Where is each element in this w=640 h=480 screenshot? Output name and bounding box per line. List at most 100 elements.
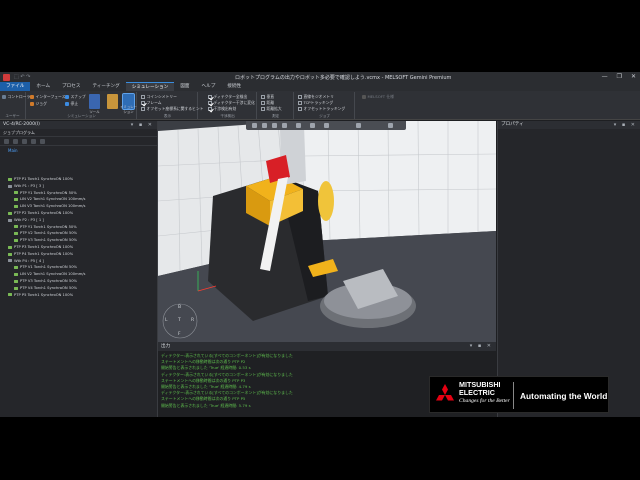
menu-file[interactable]: ファイル bbox=[0, 82, 31, 91]
three-diamonds-logo bbox=[436, 384, 454, 401]
measure-vertical-checkbox[interactable] bbox=[261, 95, 265, 99]
statement-row[interactable]: PTP P3 Torch1 SynchroON 100% bbox=[0, 244, 158, 251]
camera-icon[interactable] bbox=[310, 123, 315, 128]
paste-icon[interactable] bbox=[40, 138, 45, 144]
window-controls: — ❐ ✕ bbox=[602, 73, 636, 80]
statement-label: PTP V4 Torch1 SynchroON 50% bbox=[20, 285, 78, 290]
statement-row[interactable]: PTP V4 Torch1 SynchroON 50% bbox=[0, 285, 158, 292]
tcp-tracking-checkbox[interactable] bbox=[298, 101, 302, 105]
menu-simulation[interactable]: シミュレーション bbox=[125, 82, 175, 91]
nav-label-top[interactable]: T bbox=[177, 317, 181, 323]
statement-row[interactable]: Wtk P2 : P3 [ 1 ] bbox=[0, 217, 158, 224]
detector-change-checkbox[interactable] bbox=[208, 101, 212, 105]
interference-enable-toggle[interactable]: 干渉検出有効 bbox=[208, 106, 236, 112]
menu-bar: ファイル ホーム プロセス ティーチング シミュレーション 図面 ヘルプ 接続性 bbox=[0, 82, 640, 91]
move-icon[interactable] bbox=[272, 123, 277, 128]
statement-row[interactable]: PTP P1 Torch1 SynchroON 100% bbox=[0, 176, 158, 183]
line-geometry-checkbox[interactable] bbox=[298, 95, 302, 99]
snap-mode-icon[interactable] bbox=[296, 123, 301, 128]
quick-access-toolbar[interactable]: ⬚ ↶ ↷ bbox=[14, 74, 30, 80]
statement-row[interactable]: PTP V3 Torch1 SynchroON 50% bbox=[0, 237, 158, 244]
measure-distance-extend[interactable]: 距離拡大 bbox=[261, 106, 282, 112]
statement-row[interactable]: LIN V3 Torch1 SynchroON 100mm/s bbox=[0, 203, 158, 210]
nav-label-back[interactable]: B bbox=[178, 304, 181, 310]
menu-connectivity[interactable]: 接続性 bbox=[221, 82, 247, 91]
output-panel-controls[interactable]: ▾ ▪ ✕ bbox=[470, 342, 493, 351]
offset-hint-toggle[interactable]: オフセット座標系に関するヒント bbox=[141, 106, 203, 112]
motion-icon bbox=[14, 279, 18, 283]
statement-row[interactable]: Wtk P1 : P3 [ 3 ] bbox=[0, 183, 158, 190]
detector-all-checkbox[interactable] bbox=[208, 95, 212, 99]
stop-button[interactable]: 停止 bbox=[65, 101, 78, 107]
3d-viewport[interactable]: B L T R F bbox=[158, 121, 496, 342]
ribbon-group-simulation: インターフェース ジョグ スナップ 停止 ツール イミュレーション シミュレーシ… bbox=[27, 92, 137, 119]
statement-label: PTP V2 Torch1 SynchroON 50% bbox=[20, 231, 78, 236]
nav-label-front[interactable]: F bbox=[178, 331, 181, 337]
nav-label-right[interactable]: R bbox=[191, 317, 194, 323]
brand-name: MITSUBISHI ELECTRIC bbox=[459, 380, 501, 397]
viewport-settings-icon[interactable] bbox=[388, 123, 393, 128]
interference-enable-checkbox[interactable] bbox=[208, 107, 212, 111]
minimize-button[interactable]: — bbox=[602, 73, 608, 80]
tool-button[interactable]: ツール bbox=[89, 94, 100, 114]
select-icon[interactable] bbox=[262, 123, 267, 128]
statement-row[interactable]: PTP V1 Torch1 SynchroON 50% bbox=[0, 264, 158, 271]
statement-row[interactable]: Wtk P4 : P5 [ 4 ] bbox=[0, 258, 158, 265]
group-label-display: 表示 bbox=[163, 114, 172, 118]
statement-row[interactable]: PTP Y1 Torch1 SynchroON 50% bbox=[0, 190, 158, 197]
melsoft-spec-button[interactable]: MELSOFT 仕様 bbox=[362, 94, 394, 100]
panel-controls[interactable]: ▾ ▪ ✕ bbox=[131, 121, 154, 129]
coinsymmetry-checkbox[interactable] bbox=[141, 95, 145, 99]
fit-view-icon[interactable] bbox=[324, 123, 329, 128]
menu-help[interactable]: ヘルプ bbox=[196, 82, 222, 91]
copy-icon[interactable] bbox=[31, 138, 36, 144]
offset-tracking-checkbox[interactable] bbox=[298, 107, 302, 111]
offset-hint-checkbox[interactable] bbox=[141, 107, 145, 111]
statement-row[interactable]: PTP P2 Torch1 SynchroON 100% bbox=[0, 210, 158, 217]
simulation-run-button[interactable]: イミュレーション bbox=[120, 93, 137, 114]
statement-row[interactable]: PTP V2 Torch1 SynchroON 50% bbox=[0, 230, 158, 237]
motion-icon bbox=[8, 177, 12, 181]
view-mode-icon[interactable] bbox=[252, 123, 257, 128]
frame-checkbox[interactable] bbox=[141, 101, 145, 105]
statement-row[interactable]: LIN V2 Torch1 SynchroON 100mm/s bbox=[0, 196, 158, 203]
maximize-button[interactable]: ❐ bbox=[617, 73, 622, 80]
jog-button[interactable]: ジョグ bbox=[30, 101, 47, 107]
statement-label: Wtk P1 : P3 [ 3 ] bbox=[14, 183, 44, 188]
menu-teaching[interactable]: ティーチング bbox=[86, 82, 125, 91]
rotate-icon[interactable] bbox=[282, 123, 287, 128]
snap-button[interactable]: スナップ bbox=[65, 94, 86, 100]
nav-label-left[interactable]: L bbox=[165, 317, 168, 323]
motion-icon bbox=[14, 191, 18, 195]
tool-settings-button[interactable] bbox=[107, 94, 118, 109]
brand-tagline: Changes for the Better bbox=[459, 398, 510, 404]
statement-label: PTP V1 Torch1 SynchroON 50% bbox=[20, 265, 78, 270]
measure-extend-checkbox[interactable] bbox=[261, 107, 265, 111]
offset-tracking-toggle[interactable]: オフセットトラッキング bbox=[298, 106, 345, 112]
close-button[interactable]: ✕ bbox=[631, 73, 636, 80]
statement-row[interactable]: PTP Y1 Torch1 SynchroON 50% bbox=[0, 224, 158, 231]
render-mode-icon[interactable] bbox=[356, 123, 361, 128]
statement-row[interactable]: PTP P5 Torch1 SynchroON 100% bbox=[0, 292, 158, 299]
interface-button[interactable]: インターフェース bbox=[30, 94, 65, 100]
statement-row[interactable]: PTP V3 Torch1 SynchroON 50% bbox=[0, 278, 158, 285]
snap-icon bbox=[65, 95, 69, 99]
program-toolbar bbox=[0, 137, 157, 146]
menu-process[interactable]: プロセス bbox=[56, 82, 86, 91]
measure-distance-checkbox[interactable] bbox=[261, 101, 265, 105]
statement-label: PTP P4 Torch1 SynchroON 100% bbox=[14, 251, 74, 256]
statement-row[interactable]: LIN V2 Torch1 SynchroON 100mm/s bbox=[0, 271, 158, 278]
controller-header: VC-4/RC-2000(I) ▾ ▪ ✕ bbox=[0, 121, 157, 129]
menu-home[interactable]: ホーム bbox=[30, 82, 56, 91]
main-routine-node[interactable]: Main bbox=[0, 146, 157, 155]
statement-label: PTP V3 Torch1 SynchroON 50% bbox=[20, 238, 78, 243]
statement-row[interactable]: PTP P4 Torch1 SynchroON 100% bbox=[0, 251, 158, 258]
properties-panel: プロパティ ▾ ▪ ✕ bbox=[497, 121, 640, 417]
delete-icon[interactable] bbox=[22, 138, 27, 144]
motion-icon bbox=[8, 252, 12, 256]
menu-drawing[interactable]: 図面 bbox=[174, 82, 195, 91]
properties-panel-controls[interactable]: ▾ ▪ ✕ bbox=[614, 121, 637, 129]
add-path-icon[interactable] bbox=[13, 138, 18, 144]
add-statement-icon[interactable] bbox=[4, 138, 9, 144]
navigation-cube[interactable]: B L T R F bbox=[160, 301, 200, 341]
